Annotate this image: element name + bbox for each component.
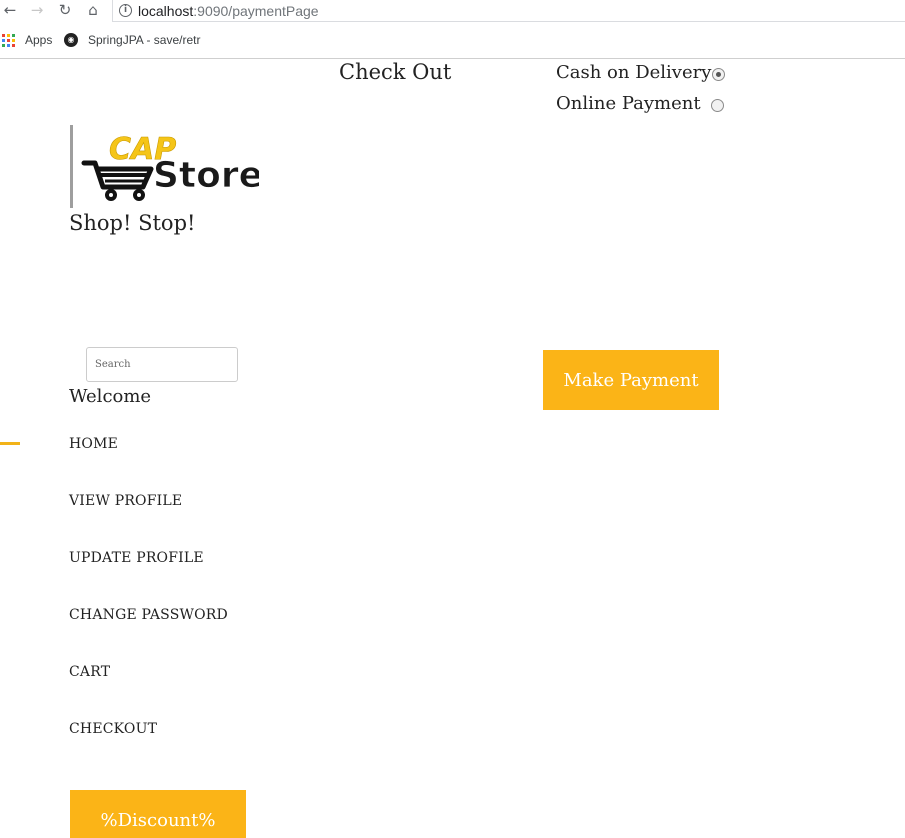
online-payment-label: Online Payment [556,93,701,114]
payment-option-cod[interactable]: Cash on Delivery [556,62,726,83]
info-icon[interactable]: i [119,4,132,17]
online-payment-radio[interactable] [710,99,724,112]
browser-toolbar: ← → ↻ ⌂ i localhost:9090/paymentPage [0,0,905,22]
active-nav-indicator [0,442,20,445]
search-input[interactable] [86,347,238,382]
make-payment-button[interactable]: Make Payment [543,350,719,410]
back-arrow-icon[interactable]: ← [0,0,20,20]
nav-change-password[interactable]: CHANGE PASSWORD [69,607,228,623]
address-bar[interactable]: i localhost:9090/paymentPage [112,0,905,22]
nav-home[interactable]: HOME [69,436,118,452]
home-icon[interactable]: ⌂ [83,0,103,20]
capstore-logo[interactable]: CAP Store [70,125,263,208]
url-path: :9090/paymentPage [193,2,319,19]
nav-view-profile[interactable]: VIEW PROFILE [69,493,182,509]
bookmark-apps[interactable]: Apps [25,33,52,47]
page-title: Check Out [339,60,452,84]
welcome-text: Welcome [69,386,152,407]
cod-radio[interactable] [712,68,726,81]
nav-update-profile[interactable]: UPDATE PROFILE [69,550,204,566]
nav-checkout[interactable]: CHECKOUT [69,721,157,737]
bookmark-springjpa[interactable]: SpringJPA - save/retr [88,33,202,47]
discount-button[interactable]: %Discount% [70,790,246,838]
cart-logo-icon: CAP Store [81,132,259,201]
cod-label: Cash on Delivery [556,62,712,83]
url-host: localhost [138,2,194,19]
apps-grid-icon[interactable] [2,34,15,47]
tagline: Shop! Stop! [69,211,196,235]
forward-arrow-icon[interactable]: → [27,0,47,20]
spring-bookmark-icon[interactable]: ◉ [64,33,78,47]
nav-cart[interactable]: CART [69,664,110,680]
svg-text:Store: Store [153,155,259,196]
bookmarks-bar: Apps ◉ SpringJPA - save/retr [0,22,905,59]
reload-icon[interactable]: ↻ [55,0,75,20]
payment-option-online[interactable]: Online Payment [556,93,724,114]
